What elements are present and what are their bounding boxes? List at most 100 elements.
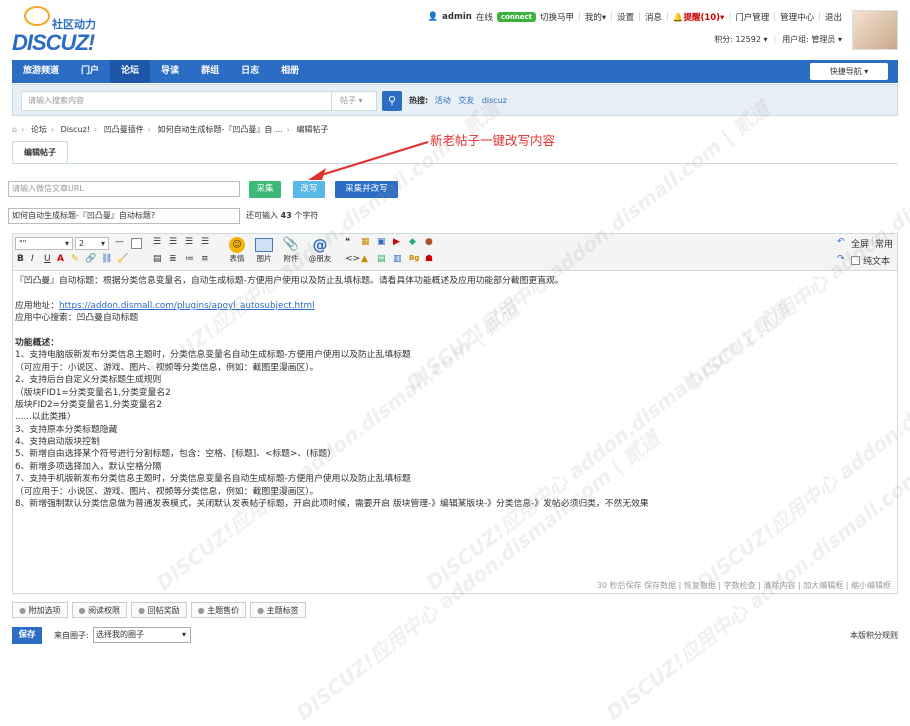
points-menu[interactable]: 积分: 12592 ▾ <box>714 34 767 45</box>
content-line: （可应用于：小说区、游戏、图片、视频等分类信息，例如：截图里漫画区）。 <box>15 486 319 497</box>
breadcrumb-item[interactable]: 如何自动生成标题-『凹凸曼』自 ... <box>158 125 283 134</box>
char-count: 还可输入 43 个字符 <box>246 211 319 220</box>
redo-icon[interactable]: ↷ <box>837 254 845 264</box>
site-logo[interactable]: 社区动力 DISCUZ! <box>12 4 112 55</box>
option-tab[interactable]: ● 阅读权限 <box>71 602 128 618</box>
highlight-icon[interactable]: ✎ <box>71 254 79 264</box>
option-tab[interactable]: ● 主题售价 <box>190 602 247 618</box>
media-icon[interactable]: ▶ <box>393 237 400 247</box>
table-icon[interactable] <box>131 238 142 249</box>
hot-link[interactable]: 活动 <box>435 96 451 105</box>
content-line: 7、支持手机版新发布分类信息主题时，分类信息变量名自动生成标题-方便用户使用以及… <box>15 474 411 485</box>
attach-button[interactable]: 📎 附件 <box>280 237 302 264</box>
home-icon[interactable]: ⌂ <box>12 125 17 134</box>
save-button[interactable]: 保存 <box>12 627 42 644</box>
nav-item[interactable]: 群组 <box>190 60 230 83</box>
title-input[interactable]: 如何自动生成标题-『凹凸曼』自动标题? <box>8 208 240 224</box>
plugin-link[interactable]: https://addon.dismall.com/plugins/apoyl_… <box>59 301 315 311</box>
collect-button[interactable]: 采集 <box>249 181 281 198</box>
unlink-icon[interactable]: ⛓ <box>101 254 112 264</box>
breadcrumb: ⌂ › 论坛 › Discuz! › 凹凸曼插件 › 如何自动生成标题-『凹凸曼』自 .… <box>12 125 329 134</box>
nav-item[interactable]: 门户 <box>70 60 110 83</box>
switch-identity-link[interactable]: 切换马甲 <box>540 11 574 23</box>
italic-icon[interactable]: I <box>31 254 34 264</box>
audio-icon[interactable]: ● <box>425 237 433 247</box>
font-select[interactable]: "" ▾ <box>15 237 73 250</box>
bg-color-icon[interactable]: ▤ <box>153 254 162 264</box>
avatar[interactable] <box>852 10 898 50</box>
at-friend-button[interactable]: @ @朋友 <box>306 237 334 264</box>
breadcrumb-item[interactable]: 论坛 <box>31 125 47 134</box>
nav-item[interactable]: 日志 <box>230 60 270 83</box>
align-center-icon[interactable]: ☰ <box>169 237 177 247</box>
unordered-list-icon[interactable]: ≡ <box>201 254 209 264</box>
fullscreen-link[interactable]: 全屏 <box>851 237 869 250</box>
connect-badge[interactable]: connect <box>496 12 536 22</box>
bold-icon[interactable]: B <box>17 254 24 264</box>
admin-center-link[interactable]: 管理中心 <box>780 11 814 23</box>
align-left-icon[interactable]: ☰ <box>153 237 161 247</box>
underline-icon[interactable]: U <box>44 254 51 264</box>
align-right-icon[interactable]: ☰ <box>185 237 193 247</box>
search-button[interactable]: ⚲ <box>382 91 402 111</box>
wechat-url-input[interactable]: 请输入微信文章URL <box>8 181 240 197</box>
nav-item[interactable]: 论坛 <box>110 60 151 83</box>
clear-format-icon[interactable]: 🧹 <box>117 254 128 264</box>
breadcrumb-item[interactable]: 凹凸曼插件 <box>104 125 144 134</box>
search-bar: 请输入搜索内容 帖子 ▾ ⚲ 热搜: 活动 交友 discuz <box>12 84 898 116</box>
hot-link[interactable]: 交友 <box>458 96 474 105</box>
image-button[interactable]: 图片 <box>253 237 275 264</box>
from-circle-select[interactable]: 选择我的圈子 ▾ <box>93 627 191 643</box>
index-icon[interactable]: ▥ <box>393 254 402 264</box>
nav-item[interactable]: 相册 <box>270 60 310 83</box>
undo-icon[interactable]: ↶ <box>837 237 845 247</box>
link-icon[interactable]: 🔗 <box>85 254 96 264</box>
username-link[interactable]: admin <box>442 12 472 22</box>
messages-link[interactable]: 消息 <box>645 11 662 23</box>
tab-edit-post[interactable]: 编辑帖子 <box>12 141 68 164</box>
sell-icon[interactable]: ▲ <box>361 254 368 264</box>
align-justify-icon[interactable]: ☰ <box>201 237 209 247</box>
credit-rules-link[interactable]: 本版积分规则 <box>850 630 898 641</box>
breadcrumb-item[interactable]: Discuz! <box>61 125 90 134</box>
option-tab[interactable]: ● 主题标签 <box>250 602 306 618</box>
code-icon[interactable]: <> <box>345 254 360 264</box>
flash-icon[interactable]: ◆ <box>409 237 416 247</box>
indent-icon[interactable]: ≣ <box>169 254 177 264</box>
font-color-icon[interactable]: A <box>57 254 64 264</box>
settings-link[interactable]: 设置 <box>617 11 634 23</box>
remind-link[interactable]: 🔔提醒(10)▾ <box>673 11 724 23</box>
nav-item[interactable]: 旅游频道 <box>12 60 70 83</box>
hr-icon[interactable]: — <box>115 237 124 247</box>
hot-link[interactable]: discuz <box>482 96 507 105</box>
quick-nav-button[interactable]: 快捷导航 ▾ <box>810 63 888 80</box>
size-select[interactable]: 2 ▾ <box>75 237 109 250</box>
my-menu[interactable]: 我的▾ <box>585 11 606 23</box>
user-tag-icon[interactable]: ☗ <box>425 254 433 264</box>
bg-icon[interactable]: Bg <box>409 254 419 262</box>
common-link[interactable]: 常用 <box>875 237 893 250</box>
hot-label: 热搜: <box>409 96 429 105</box>
search-type-select[interactable]: 帖子 ▾ <box>331 91 377 111</box>
search-input[interactable]: 请输入搜索内容 <box>21 91 333 111</box>
free-icon[interactable]: ▦ <box>361 237 370 247</box>
group-menu[interactable]: 用户组: 管理员 ▾ <box>782 34 842 45</box>
quote-icon[interactable]: ❝ <box>345 237 350 247</box>
hide-icon[interactable]: ▣ <box>377 237 386 247</box>
logout-link[interactable]: 退出 <box>825 11 842 23</box>
content-line: 2、支持后台自定义分类标题生成规则 <box>15 375 162 386</box>
collect-rewrite-button[interactable]: 采集并改写 <box>335 181 398 198</box>
portal-admin-link[interactable]: 门户管理 <box>735 11 769 23</box>
option-tab[interactable]: ● 附加选项 <box>12 602 68 618</box>
content-line: 5、新增自由选择某个符号进行分割标题，包含：空格、[标题]、<标题>、(标题) <box>15 449 331 460</box>
logo-bubble-icon <box>24 6 50 26</box>
nav-item[interactable]: 导读 <box>150 60 190 83</box>
emoji-button[interactable]: ☺ 表情 <box>226 237 248 264</box>
content-line: 『凹凸曼』自动标题：根据分类信息变量名，自动生成标题-方便用户使用以及防止乱填标… <box>15 276 564 286</box>
ordered-list-icon[interactable]: ≔ <box>185 254 194 264</box>
rewrite-button[interactable]: 改写 <box>293 181 325 198</box>
plaintext-checkbox[interactable] <box>851 256 860 265</box>
editor-content[interactable]: 『凹凸曼』自动标题：根据分类信息变量名，自动生成标题-方便用户使用以及防止乱填标… <box>15 275 895 510</box>
page-icon[interactable]: ▤ <box>377 254 386 264</box>
option-tab[interactable]: ● 回帖奖励 <box>131 602 187 618</box>
